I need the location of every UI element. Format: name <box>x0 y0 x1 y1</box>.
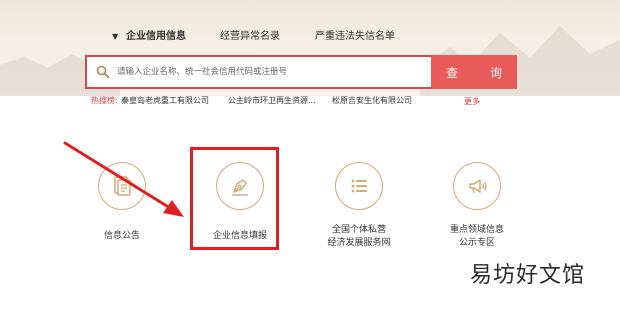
tab-enterprise-credit[interactable]: 企业信用信息 <box>126 31 186 43</box>
list-icon <box>351 179 367 193</box>
document-icon <box>114 176 131 196</box>
tab-abnormal-operation[interactable]: 经营异常名录 <box>220 31 280 43</box>
service-icon-circle <box>453 162 501 210</box>
hot-search-label: 热搜榜: <box>91 96 118 105</box>
watermark-text: 易坊好文馆 <box>470 263 586 288</box>
service-info-announcement[interactable]: 信息公告 <box>57 162 187 262</box>
hot-search-link[interactable]: 公主岭市环卫再生资源... <box>228 95 316 107</box>
hot-search-link[interactable]: 秦皇岛老虎重工有限公司 <box>121 95 209 107</box>
search-button[interactable]: 查 询 <box>431 55 517 89</box>
search-box <box>85 55 431 89</box>
service-icon-circle <box>98 162 146 210</box>
service-key-field-disclosure[interactable]: 重点领域信息 公示专区 <box>412 162 542 262</box>
hot-search-link[interactable]: 松原吉安生化有限公司 <box>332 95 412 107</box>
megaphone-icon <box>469 179 487 194</box>
search-input[interactable] <box>117 61 417 83</box>
service-label-line1: 重点领域信息 <box>449 225 504 235</box>
service-label-line1: 全国个体私营 <box>331 225 386 235</box>
search-icon <box>96 65 110 79</box>
service-label: 信息公告 <box>103 231 140 241</box>
service-private-economy-network[interactable]: 全国个体私营 经济发展服务网 <box>294 162 424 262</box>
service-label-line2: 公示专区 <box>458 238 495 248</box>
highlight-box <box>190 147 279 250</box>
service-label-line2: 经济发展服务网 <box>327 238 391 248</box>
more-link[interactable]: 更多 <box>464 96 480 108</box>
tab-serious-violation[interactable]: 严重违法失信名单 <box>315 31 395 43</box>
service-icon-circle <box>335 162 383 210</box>
caret-down-icon: ▼ <box>112 32 119 41</box>
search-bar: 查 询 <box>85 55 517 89</box>
